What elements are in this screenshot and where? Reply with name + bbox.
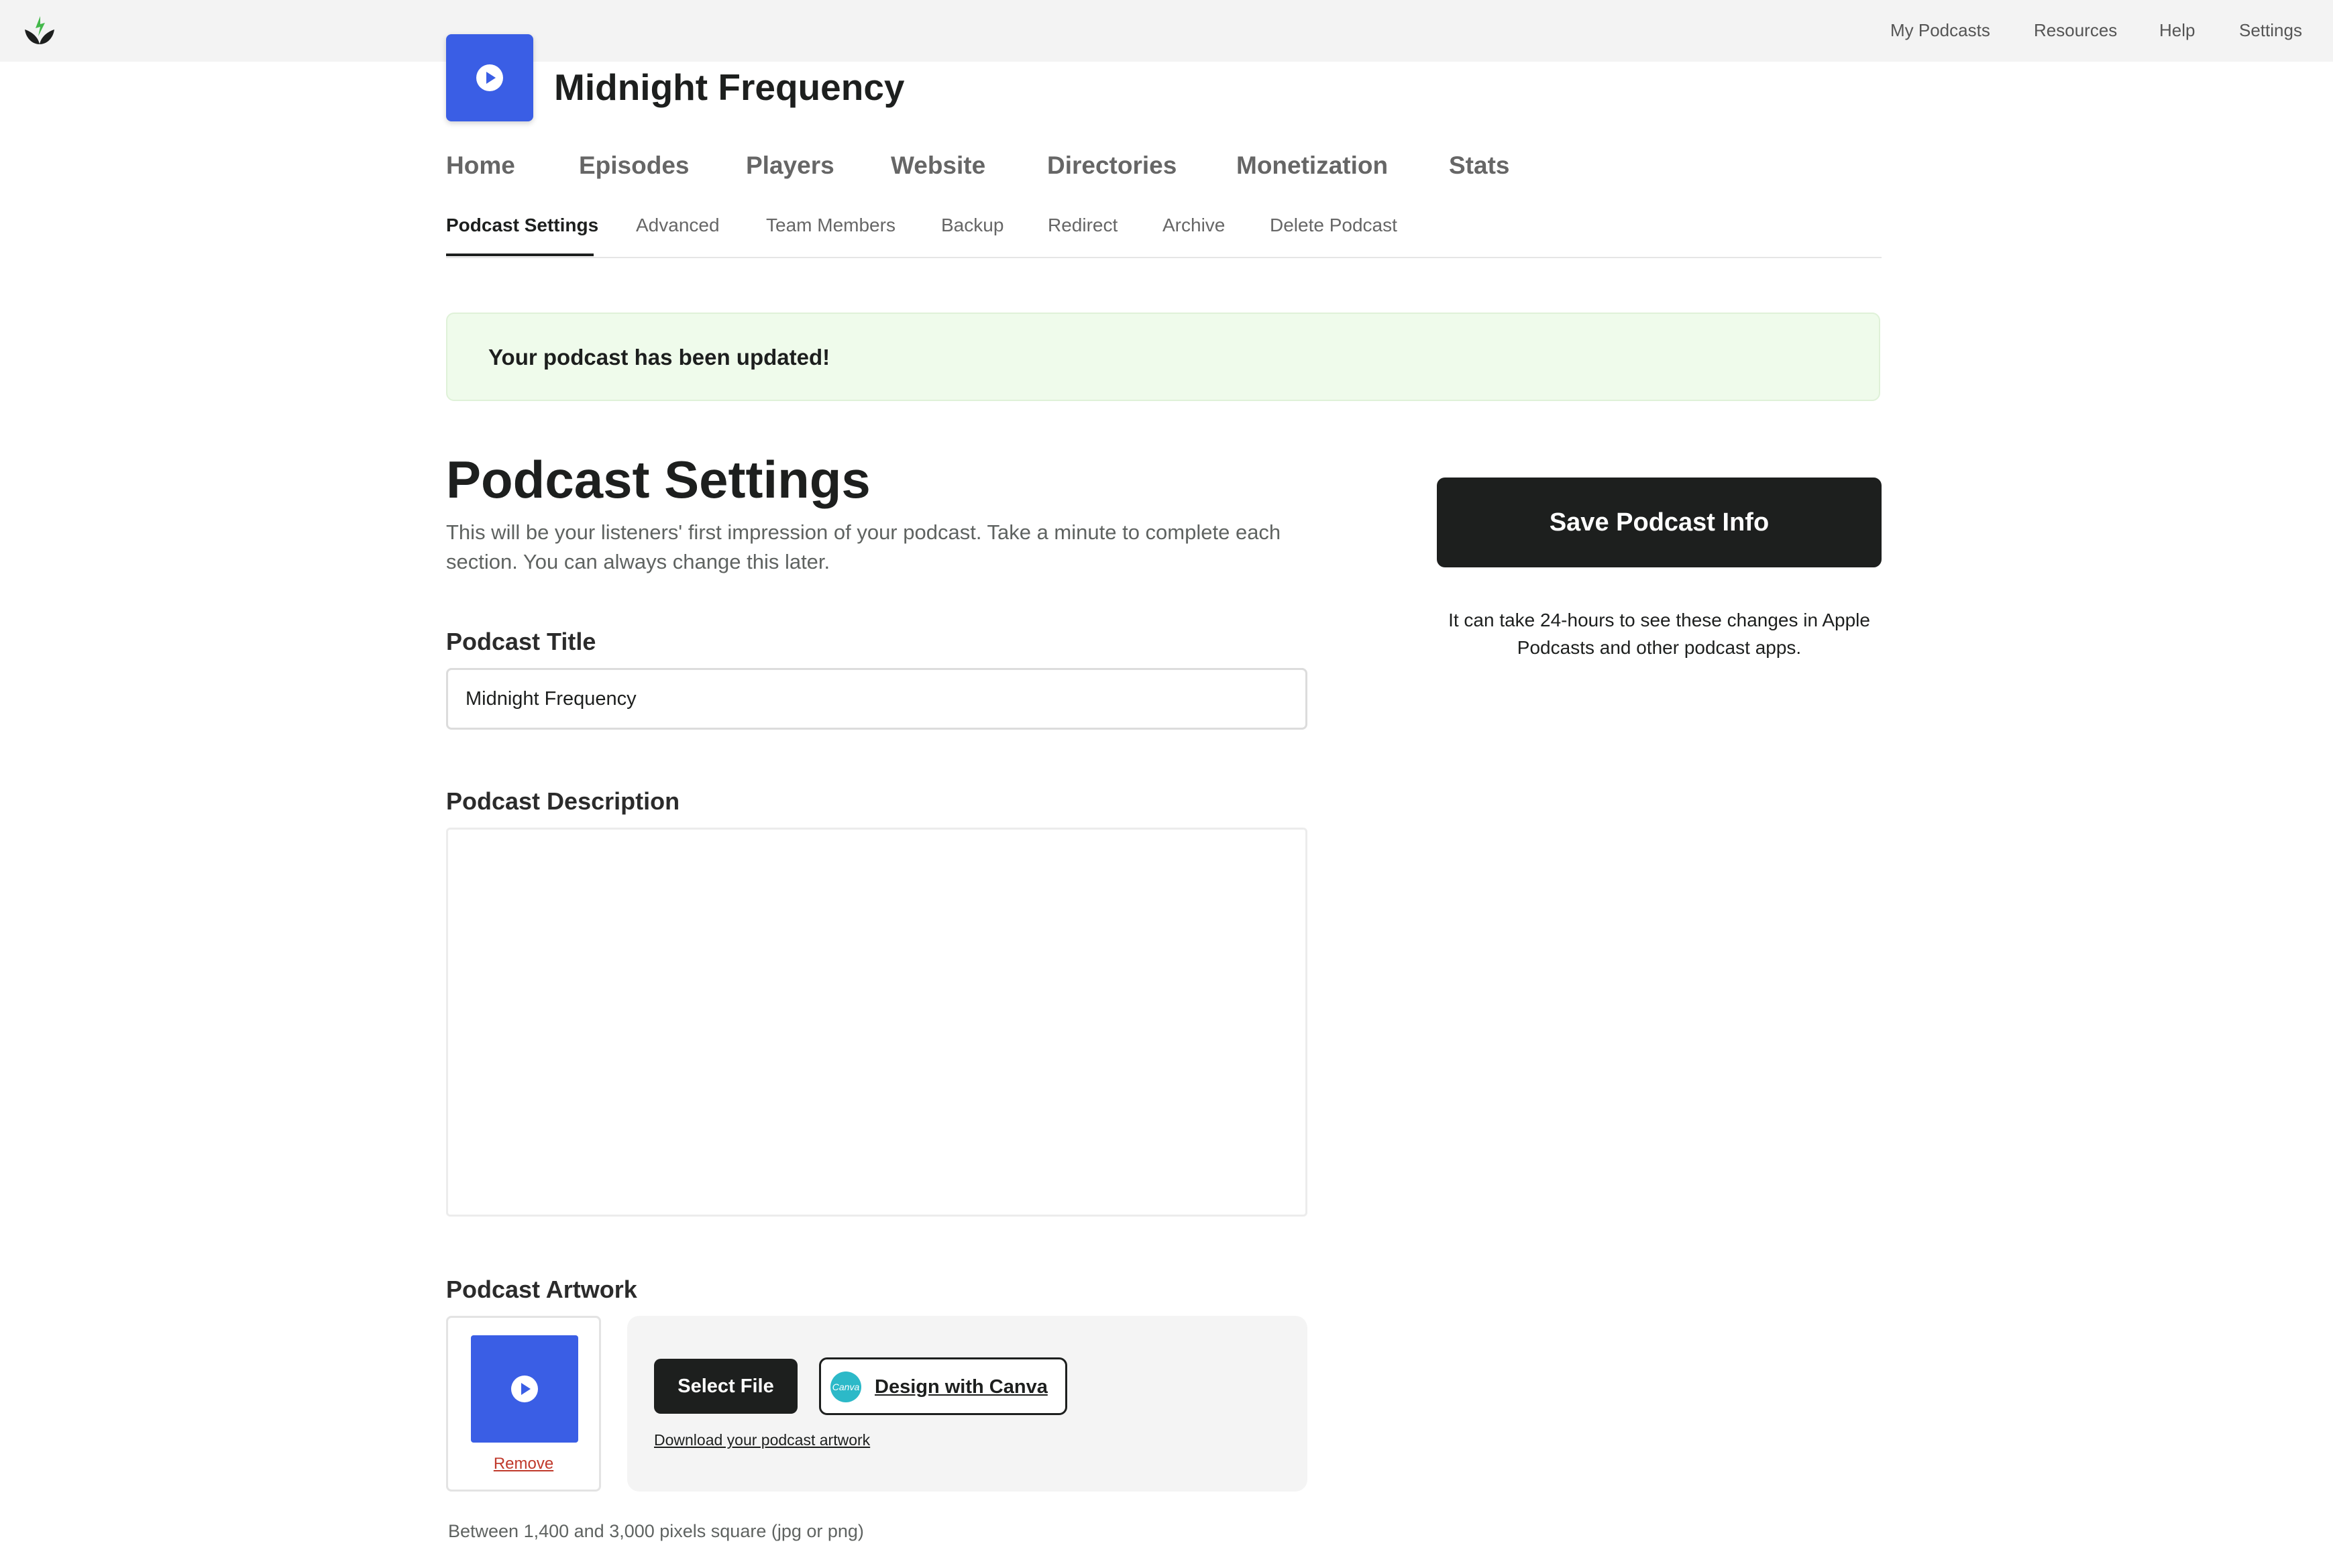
topnav-resources[interactable]: Resources [2034,0,2117,62]
podcast-cover [446,34,533,121]
active-subtab-indicator [446,254,594,256]
logo-icon[interactable] [22,13,57,48]
tab-stats[interactable]: Stats [1449,152,1509,180]
subtab-team-members[interactable]: Team Members [766,215,896,236]
success-alert: Your podcast has been updated! [446,313,1880,401]
topnav-my-podcasts[interactable]: My Podcasts [1890,0,1990,62]
tab-episodes[interactable]: Episodes [579,152,690,180]
artwork-hint: Between 1,400 and 3,000 pixels square (j… [448,1521,864,1541]
page-description: This will be your listeners' first impre… [446,520,1281,573]
podcast-description-input[interactable] [446,828,1307,1217]
subtab-delete-podcast[interactable]: Delete Podcast [1270,215,1397,236]
subtab-redirect[interactable]: Redirect [1048,215,1118,236]
page-title: Podcast Settings [446,450,871,509]
subtab-backup[interactable]: Backup [941,215,1003,236]
top-bar: My Podcasts Resources Help Settings [0,0,2333,62]
remove-artwork-link[interactable]: Remove [448,1455,599,1473]
subtab-divider [446,257,1882,258]
podcast-description-label: Podcast Description [446,787,680,815]
artwork-thumbnail [471,1335,578,1443]
play-icon [476,64,503,91]
podcast-title-label: Podcast Title [446,628,596,655]
play-icon [511,1376,538,1402]
artwork-preview: Remove [446,1316,601,1492]
tab-players[interactable]: Players [746,152,834,180]
topnav-help[interactable]: Help [2159,0,2195,62]
design-with-canva-button[interactable]: Canva Design with Canva [819,1357,1067,1415]
subtab-archive[interactable]: Archive [1162,215,1225,236]
tab-home[interactable]: Home [446,152,515,180]
save-note: It can take 24-hours to see these change… [1448,610,1870,658]
topnav-settings[interactable]: Settings [2239,0,2302,62]
subtab-podcast-settings[interactable]: Podcast Settings [446,215,598,236]
download-artwork-link[interactable]: Download your podcast artwork [654,1431,870,1449]
canva-button-label: Design with Canva [875,1376,1048,1398]
alert-message: Your podcast has been updated! [488,345,830,370]
subtab-advanced[interactable]: Advanced [636,215,720,236]
save-podcast-info-button[interactable]: Save Podcast Info [1437,478,1882,567]
podcast-artwork-label: Podcast Artwork [446,1276,637,1303]
tab-website[interactable]: Website [891,152,985,180]
select-file-button[interactable]: Select File [654,1359,798,1414]
canva-logo-icon: Canva [830,1371,861,1402]
tab-monetization[interactable]: Monetization [1236,152,1388,180]
tab-directories[interactable]: Directories [1047,152,1177,180]
podcast-title-input[interactable] [446,668,1307,730]
artwork-upload-panel: Select File Canva Design with Canva Down… [627,1316,1307,1492]
podcast-name: Midnight Frequency [554,66,905,108]
